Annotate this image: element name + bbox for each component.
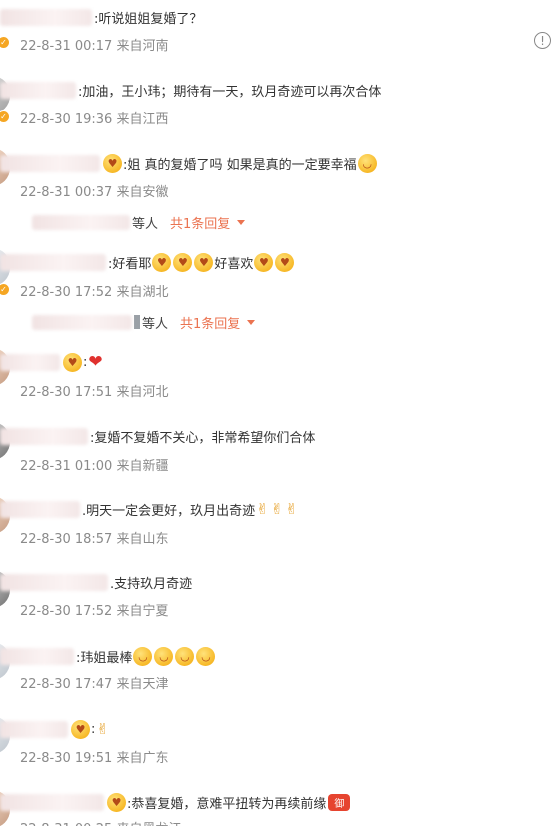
reply-count-link[interactable]: 共1条回复 (170, 213, 230, 232)
reply-summary[interactable]: 等人 共1条回复 (32, 313, 256, 332)
reply-user-blurred (32, 214, 130, 230)
smiley-emoji-icon: ♥ (152, 252, 172, 272)
smiley-emoji-icon: ♥ (275, 252, 295, 272)
comment-meta: 22-8-30 17:52 来自湖北 (20, 285, 169, 300)
smiley-emoji-icon: ♥ (173, 252, 193, 272)
sticker-badge-icon: 御 (328, 793, 351, 811)
comment-meta: 22-8-30 19:51 来自广东 (20, 751, 169, 766)
comment-content: ♥ : ✌ (0, 718, 110, 740)
comment-text: 好喜欢 (214, 256, 254, 272)
mosaic-block (134, 315, 140, 329)
comment-text: : (91, 721, 96, 737)
smiley-emoji-icon: ◡ (175, 646, 195, 666)
comment-content: .支持玖月奇迹 (0, 571, 192, 593)
chevron-down-icon[interactable] (247, 319, 256, 325)
victory-hand-icon: ✌ (256, 500, 269, 518)
user-name-blurred[interactable] (0, 720, 68, 738)
comment-meta: 22-8-31 00:25 来自黑龙江 (20, 818, 181, 826)
heart-icon: ❤ (88, 352, 103, 372)
comment-content: :加油，王小玮；期待有一天，玖月奇迹可以再次合体 (0, 79, 381, 101)
reply-suffix: 等人 (142, 316, 169, 332)
comment-content: :玮姐最棒 ◡ ◡ ◡ ◡ (0, 645, 216, 667)
user-name-blurred[interactable] (0, 353, 60, 371)
smiley-emoji-icon: ♥ (71, 719, 90, 739)
info-icon[interactable]: ! (534, 32, 551, 49)
user-name-blurred[interactable] (0, 81, 76, 99)
victory-hand-icon: ✌ (285, 500, 298, 518)
comment-content: :好看耶 ♥ ♥ ♥ 好喜欢 ♥ ♥ (0, 251, 295, 273)
chevron-down-icon[interactable] (237, 219, 246, 225)
comment-meta: 22-8-30 18:57 来自山东 (20, 532, 169, 547)
reply-user-blurred (32, 314, 132, 330)
user-name-blurred[interactable] (0, 647, 74, 665)
reply-count-link[interactable]: 共1条回复 (180, 313, 240, 332)
comment-text: : (83, 354, 88, 370)
user-name-blurred[interactable] (0, 500, 80, 518)
comment-meta: 22-8-31 01:00 来自新疆 (20, 459, 169, 474)
smiley-emoji-icon: ◡ (133, 646, 153, 666)
comment-meta: 22-8-30 17:51 来自河北 (20, 385, 169, 400)
comment-meta: 22-8-30 19:36 来自江西 (20, 112, 169, 127)
victory-hand-icon: ✌ (96, 720, 109, 738)
user-name-blurred[interactable] (0, 253, 106, 271)
comment-content: ♥ : ❤ (0, 351, 104, 373)
comment-content: :听说姐姐复婚了？ (0, 6, 202, 28)
comment-text: :加油，王小玮；期待有一天，玖月奇迹可以再次合体 (78, 84, 382, 100)
comment-meta: 22-8-31 00:37 来自安徽 (20, 185, 169, 200)
smiley-emoji-icon: ◡ (196, 646, 216, 666)
comment-text: .支持玖月奇迹 (110, 576, 193, 592)
comment-content: ♥ :恭喜复婚，意难平扭转为再续前缘 御 (0, 791, 351, 813)
smiley-emoji-icon: ♥ (194, 252, 214, 272)
comment-text: :听说姐姐复婚了？ (94, 11, 203, 27)
comment-meta: 22-8-30 17:52 来自宁夏 (20, 604, 169, 619)
smiley-emoji-icon: ♥ (63, 352, 82, 372)
smiley-emoji-icon: ♥ (254, 252, 274, 272)
smiley-emoji-icon: ♥ (103, 153, 122, 173)
comment-content: ♥ :姐 真的复婚了吗 如果是真的一定要幸福 ◡ (0, 152, 378, 174)
comment-content: :复婚不复婚不关心，非常希望你们合体 (0, 425, 315, 447)
comment-text: :恭喜复婚，意难平扭转为再续前缘 (127, 796, 327, 812)
smiley-emoji-icon: ♥ (107, 792, 126, 812)
smiley-emoji-icon: ◡ (357, 153, 377, 173)
verified-badge-icon: ✓ (0, 36, 10, 49)
verified-badge-icon: ✓ (0, 110, 10, 123)
comment-text: :姐 真的复婚了吗 如果是真的一定要幸福 (123, 157, 357, 173)
verified-badge-icon: ✓ (0, 283, 10, 296)
comment-content: .明天一定会更好，玖月出奇迹 ✌ ✌ ✌ (0, 498, 299, 520)
user-name-blurred[interactable] (0, 427, 88, 445)
comment-text: :好看耶 (108, 256, 152, 272)
user-name-blurred[interactable] (0, 573, 108, 591)
comment-meta: 22-8-30 17:47 来自天津 (20, 677, 169, 692)
victory-hand-icon: ✌ (270, 500, 284, 518)
user-name-blurred[interactable] (0, 8, 92, 26)
comment-text: :复婚不复婚不关心，非常希望你们合体 (90, 430, 316, 446)
comment-text: .明天一定会更好，玖月出奇迹 (82, 503, 256, 519)
reply-suffix: 等人 (132, 216, 159, 232)
smiley-emoji-icon: ◡ (154, 646, 174, 666)
comment-list: ! ✓ :听说姐姐复婚了？ 22-8-31 00:17 来自河南 ✓ :加油，王… (0, 0, 559, 826)
user-name-blurred[interactable] (0, 793, 104, 811)
reply-summary[interactable]: 等人 共1条回复 (32, 213, 246, 232)
comment-meta: 22-8-31 00:17 来自河南 (20, 39, 169, 54)
comment-text: :玮姐最棒 (76, 650, 133, 666)
user-name-blurred[interactable] (0, 154, 100, 172)
